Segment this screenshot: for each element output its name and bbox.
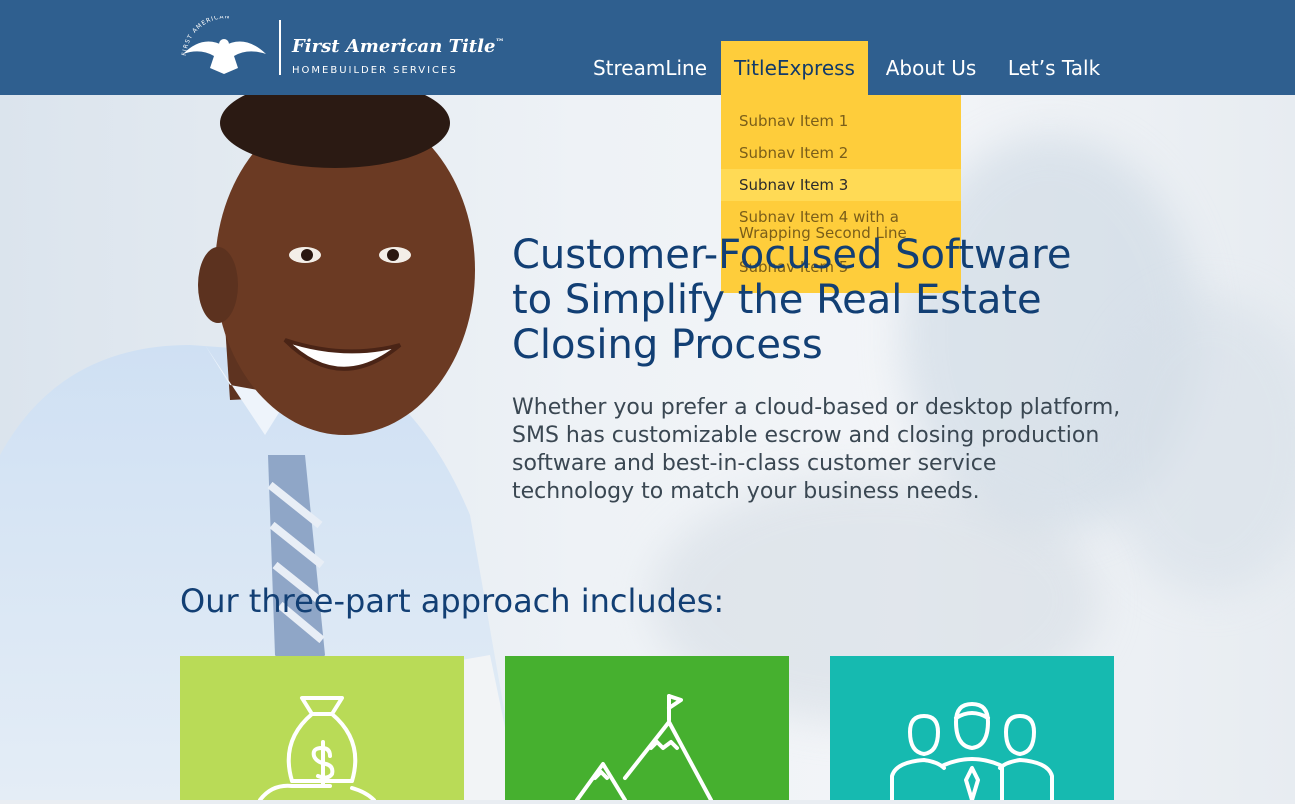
- logo-divider: [279, 20, 281, 75]
- team-people-icon: [890, 702, 1054, 802]
- subnav-item-1-label: Subnav Item 1: [739, 112, 849, 130]
- mountain-flag-icon: [575, 694, 713, 802]
- site-header: FIRST AMERICAN First American Title™ HOM…: [0, 0, 1295, 95]
- logo-trademark: ™: [495, 38, 505, 48]
- logo-title[interactable]: First American Title™: [292, 36, 504, 57]
- logo-title-text: First American Title: [292, 36, 496, 57]
- nav-about-us[interactable]: About Us: [876, 41, 986, 95]
- money-bag-icon: [258, 696, 376, 802]
- hero-title: Customer-Focused Software to Simplify th…: [512, 232, 1072, 368]
- subnav-item-2[interactable]: Subnav Item 2: [721, 145, 961, 165]
- eagle-logo-icon[interactable]: FIRST AMERICAN: [178, 16, 270, 78]
- subnav-item-3-label: Subnav Item 3: [739, 176, 849, 194]
- subnav-item-3[interactable]: Subnav Item 3: [721, 169, 961, 201]
- subnav-item-1[interactable]: Subnav Item 1: [721, 113, 961, 133]
- subnav-item-2-label: Subnav Item 2: [739, 144, 849, 162]
- approach-heading: Our three-part approach includes:: [180, 582, 725, 620]
- nav-titleexpress[interactable]: TitleExpress: [721, 41, 868, 95]
- approach-card-1[interactable]: [180, 656, 464, 802]
- nav-streamline[interactable]: StreamLine: [590, 41, 710, 95]
- nav-lets-talk[interactable]: Let’s Talk: [1004, 41, 1104, 95]
- approach-card-2[interactable]: [505, 656, 789, 802]
- approach-card-3[interactable]: [830, 656, 1114, 802]
- hero-body-text: Whether you prefer a cloud-based or desk…: [512, 395, 1121, 504]
- logo-subtitle: HOMEBUILDER SERVICES: [292, 65, 458, 76]
